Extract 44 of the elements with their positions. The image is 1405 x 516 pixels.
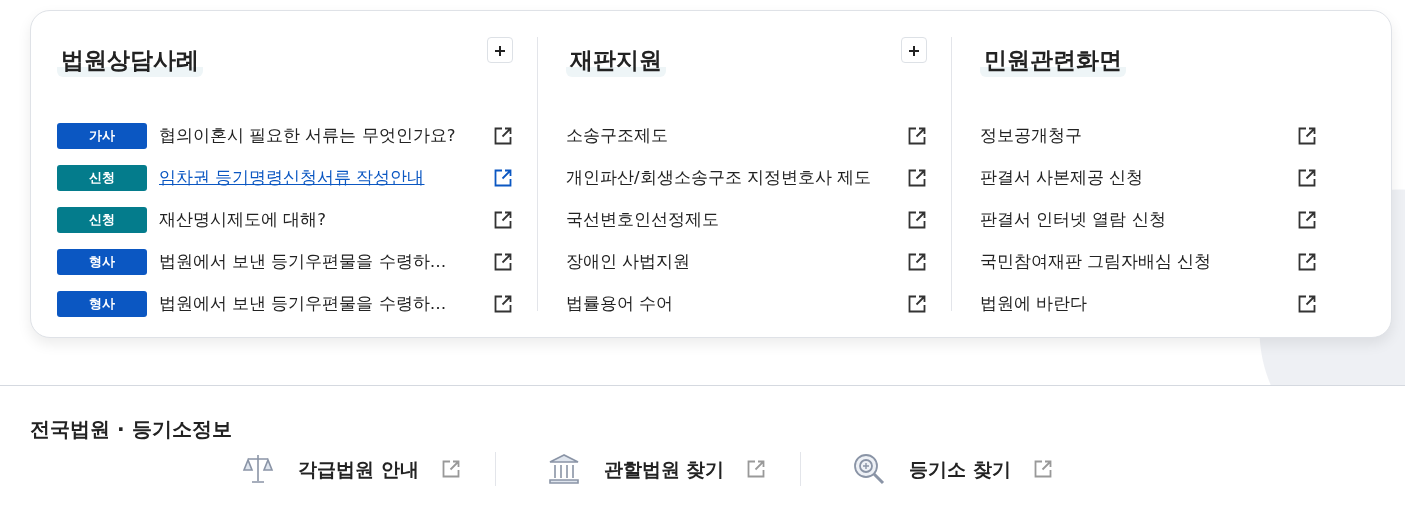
list-link[interactable]: 임차권 등기명령신청서류 작성안내 xyxy=(159,165,493,191)
section-title: 전국법원 · 등기소정보 xyxy=(30,416,233,443)
external-link-icon[interactable] xyxy=(907,210,927,230)
add-button[interactable] xyxy=(901,37,927,63)
list-link[interactable]: 협의이혼시 필요한 서류는 무엇인가요? xyxy=(159,123,493,149)
external-link-icon[interactable] xyxy=(493,168,513,188)
external-link-icon[interactable] xyxy=(493,210,513,230)
plus-icon xyxy=(909,45,919,56)
category-tag: 신청 xyxy=(57,207,147,233)
external-link-icon[interactable] xyxy=(1297,252,1317,272)
list-link[interactable]: 국선변호인선정제도 xyxy=(566,207,907,233)
list-link[interactable]: 판결서 사본제공 신청 xyxy=(980,165,1297,191)
external-link-icon[interactable] xyxy=(493,294,513,314)
list-link[interactable]: 장애인 사법지원 xyxy=(566,249,907,275)
external-link-icon[interactable] xyxy=(493,252,513,272)
list-link[interactable]: 재산명시제도에 대해? xyxy=(159,207,493,233)
list-link[interactable]: 법원에서 보낸 등기우편물을 수령하… xyxy=(159,249,493,275)
list-link[interactable]: 정보공개청구 xyxy=(980,123,1297,149)
category-tag: 형사 xyxy=(57,249,147,275)
external-link-icon[interactable] xyxy=(1297,126,1317,146)
external-link-icon[interactable] xyxy=(493,126,513,146)
category-tag: 신청 xyxy=(57,165,147,191)
list-link[interactable]: 소송구조제도 xyxy=(566,123,907,149)
external-link-icon[interactable] xyxy=(1297,210,1317,230)
court-link[interactable]: 등기소 찾기 xyxy=(909,454,1011,484)
list-link[interactable]: 법률용어 수어 xyxy=(566,291,907,317)
external-link-icon[interactable] xyxy=(1297,294,1317,314)
court-link[interactable]: 각급법원 안내 xyxy=(298,454,419,484)
external-link-icon[interactable] xyxy=(1297,168,1317,188)
external-link-icon[interactable] xyxy=(907,126,927,146)
list-link[interactable]: 국민참여재판 그림자배심 신청 xyxy=(980,249,1297,275)
add-button[interactable] xyxy=(487,37,513,63)
list-link[interactable]: 법원에 바란다 xyxy=(980,291,1297,317)
category-tag: 형사 xyxy=(57,291,147,317)
list-link[interactable]: 법원에서 보낸 등기우편물을 수령하… xyxy=(159,291,493,317)
plus-icon xyxy=(495,45,505,56)
external-link-icon[interactable] xyxy=(907,168,927,188)
scales-icon xyxy=(240,452,276,486)
list-link[interactable]: 개인파산/회생소송구조 지정변호사 제도 xyxy=(566,165,907,191)
category-tag: 가사 xyxy=(57,123,147,149)
list-link[interactable]: 판결서 인터넷 열람 신청 xyxy=(980,207,1297,233)
external-link-icon[interactable] xyxy=(907,252,927,272)
court-link[interactable]: 관할법원 찾기 xyxy=(603,454,725,484)
external-link-icon[interactable] xyxy=(907,294,927,314)
